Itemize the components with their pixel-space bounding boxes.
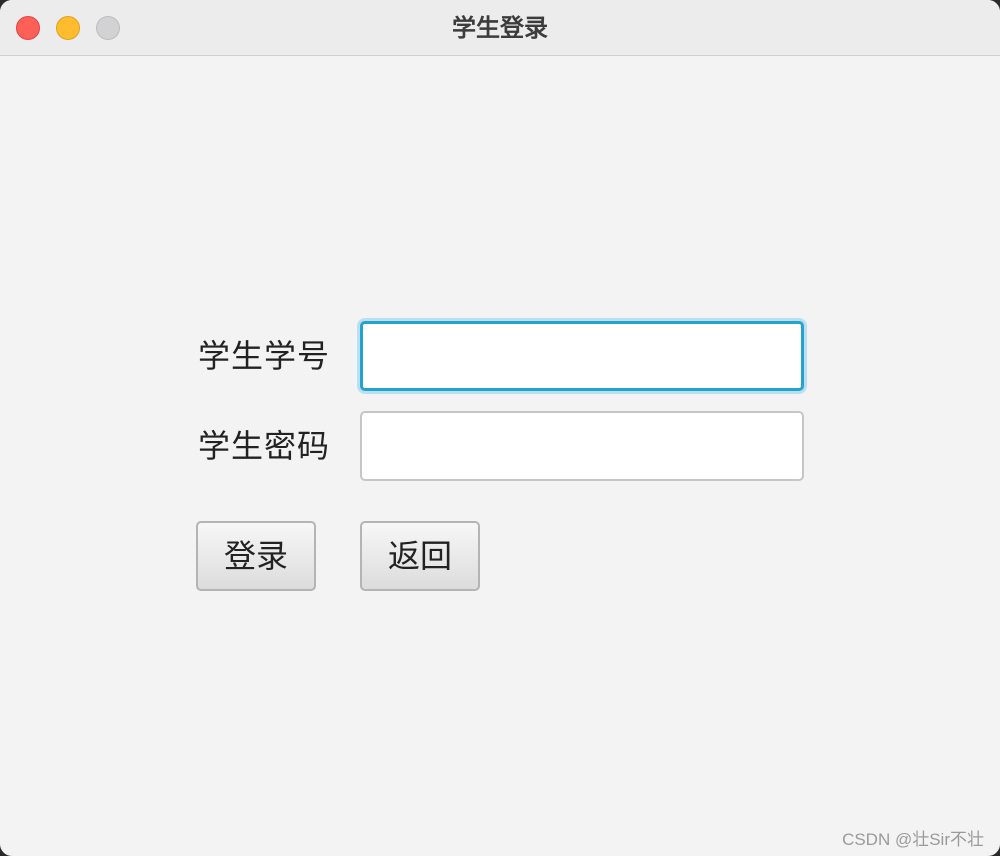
password-input[interactable] (360, 411, 804, 481)
password-label: 学生密码 (198, 427, 331, 465)
title-bar: 学生登录 (0, 0, 1000, 56)
back-button[interactable]: 返回 (360, 521, 480, 591)
window-title: 学生登录 (452, 14, 548, 42)
watermark: CSDN @壮Sir不壮 (842, 830, 984, 849)
login-window: 学生登录 学生学号 学生密码 登录 返回 CSDN @壮Sir不壮 (0, 0, 1000, 856)
login-button[interactable]: 登录 (196, 521, 316, 591)
student-id-input[interactable] (360, 321, 804, 391)
student-id-label: 学生学号 (198, 337, 331, 375)
